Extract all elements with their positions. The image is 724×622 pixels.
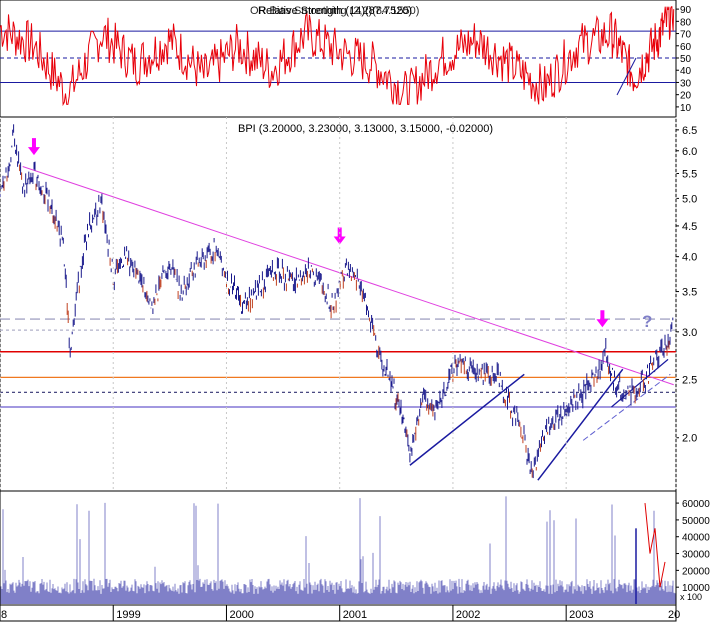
volume-unit-label: x 100 bbox=[680, 592, 702, 602]
price-ytick-label: 3.0 bbox=[682, 327, 697, 339]
price-title: BPI (3.20000, 3.23000, 3.13000, 3.15000,… bbox=[238, 123, 493, 135]
price-ytick-label: 5.5 bbox=[682, 168, 697, 180]
price-ytick-label: 4.0 bbox=[682, 252, 697, 264]
xtick-label: 2001 bbox=[343, 609, 367, 621]
xtick-label: 20 bbox=[668, 609, 680, 621]
rsi-ytick-label: 20 bbox=[680, 91, 692, 102]
price-ytick-label: 6.0 bbox=[682, 146, 697, 158]
rsi-title-2: OR Bias Smoothing (2,2)(84.1550) bbox=[250, 5, 419, 17]
price-panel-frame bbox=[0, 116, 677, 492]
volume-panel-frame bbox=[0, 490, 677, 606]
question-annotation: ? bbox=[642, 312, 652, 331]
rsi-ytick-label: 30 bbox=[680, 78, 692, 89]
xtick-label: 2002 bbox=[456, 609, 480, 621]
rsi-ytick-label: 50 bbox=[680, 54, 692, 65]
rsi-ytick-label: 10 bbox=[680, 103, 692, 114]
price-ytick-label: 2.5 bbox=[682, 374, 697, 386]
volume-ytick-label: 40000 bbox=[682, 533, 710, 544]
rsi-ytick-label: 80 bbox=[680, 17, 692, 28]
stock-chart: 102030405060708090 6.56.05.55.04.54.03.5… bbox=[0, 0, 710, 622]
rsi-ytick-label: 40 bbox=[680, 66, 692, 77]
xtick-label: 1999 bbox=[116, 609, 140, 621]
xtick-label: 8 bbox=[1, 609, 7, 621]
xtick-label: 2003 bbox=[569, 609, 593, 621]
price-ytick-label: 3.5 bbox=[682, 287, 697, 299]
price-ytick-label: 4.5 bbox=[682, 221, 697, 233]
price-ytick-label: 5.0 bbox=[682, 193, 697, 205]
price-ytick-label: 6.5 bbox=[682, 125, 697, 137]
xtick-label: 2000 bbox=[229, 609, 253, 621]
rsi-ytick-label: 90 bbox=[680, 5, 692, 16]
rsi-ytick-label: 60 bbox=[680, 42, 692, 53]
volume-ytick-label: 30000 bbox=[682, 550, 710, 561]
rsi-ytick-label: 70 bbox=[680, 30, 692, 41]
price-ytick-label: 2.0 bbox=[682, 433, 697, 445]
volume-ytick-label: 60000 bbox=[682, 499, 710, 510]
volume-ytick-label: 50000 bbox=[682, 516, 710, 527]
volume-ytick-label: 20000 bbox=[682, 566, 710, 577]
